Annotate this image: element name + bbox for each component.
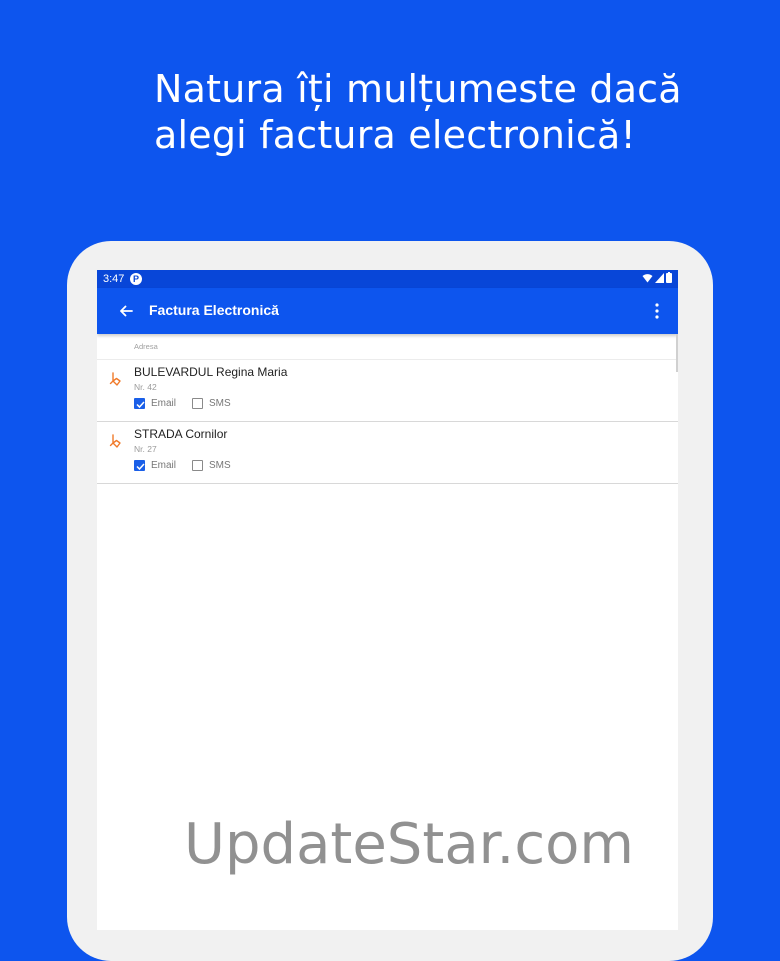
list-header: Adresa — [97, 334, 678, 360]
sms-option[interactable]: SMS — [192, 460, 231, 471]
address-name: STRADA Cornilor — [134, 427, 228, 441]
email-option[interactable]: Email — [134, 460, 176, 471]
app-bar: Factura Electronică — [97, 288, 678, 334]
address-name: BULEVARDUL Regina Maria — [134, 365, 288, 379]
email-label: Email — [151, 398, 177, 409]
battery-icon — [666, 272, 672, 283]
sms-option[interactable]: SMS — [192, 398, 231, 409]
location-pin-icon — [109, 434, 121, 448]
email-label: Email — [151, 460, 177, 471]
address-number: Nr. 27 — [134, 444, 157, 454]
headline-line-2: alegi factura electronică! — [154, 113, 636, 157]
address-row[interactable]: BULEVARDUL Regina Maria Nr. 42 Email SMS — [97, 360, 678, 422]
back-arrow-icon[interactable] — [115, 300, 137, 322]
location-pin-icon — [109, 372, 121, 386]
check-icon — [136, 401, 145, 409]
watermark: UpdateStar.com — [184, 812, 634, 877]
system-icons — [642, 272, 672, 283]
sms-label: SMS — [209, 460, 231, 471]
headline-line-1: Natura îți mulțumeste dacă — [154, 67, 682, 111]
delivery-options: Email SMS — [134, 460, 247, 471]
sms-checkbox[interactable] — [192, 460, 204, 471]
status-bar: 3:47 P — [97, 270, 678, 288]
page-title: Factura Electronică — [149, 302, 279, 318]
delivery-options: Email SMS — [134, 398, 247, 409]
notification-icon: P — [130, 273, 142, 285]
status-time: 3:47 — [103, 273, 125, 285]
scrollbar[interactable] — [676, 334, 678, 372]
promo-headline: Natura îți mulțumeste dacă alegi factura… — [154, 66, 714, 158]
address-row[interactable]: STRADA Cornilor Nr. 27 Email SMS — [97, 422, 678, 484]
email-checkbox[interactable] — [134, 398, 145, 409]
more-options-icon[interactable] — [652, 301, 662, 321]
sms-checkbox[interactable] — [192, 398, 204, 409]
email-option[interactable]: Email — [134, 398, 176, 409]
address-number: Nr. 42 — [134, 382, 157, 392]
email-checkbox[interactable] — [134, 460, 145, 471]
check-icon — [136, 463, 145, 471]
sms-label: SMS — [209, 398, 231, 409]
wifi-icon — [642, 273, 653, 282]
signal-icon — [655, 272, 664, 283]
